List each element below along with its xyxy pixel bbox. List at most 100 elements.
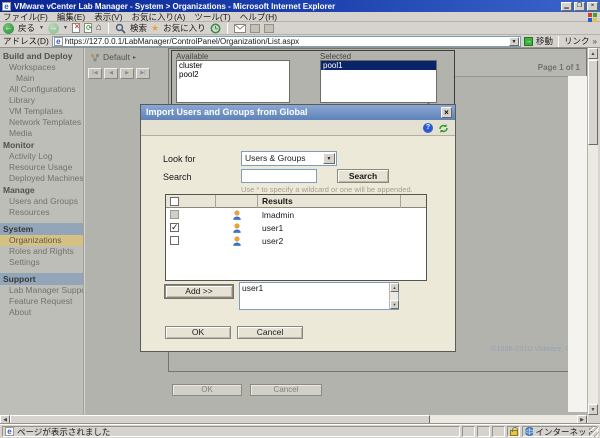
first-page-button[interactable]: |◀ — [88, 68, 102, 79]
available-listbox[interactable]: clusterpool2 — [176, 60, 290, 103]
horizontal-scrollbar[interactable]: ◀ ▶ — [0, 415, 588, 424]
menu-item[interactable]: 編集(E) — [57, 11, 85, 23]
row-checkbox[interactable] — [170, 210, 179, 219]
search-icon[interactable] — [115, 23, 126, 34]
scroll-right-icon[interactable]: ▶ — [577, 415, 587, 424]
look-for-dropdown-icon[interactable]: ▼ — [323, 153, 335, 164]
sidebar-item-network-templates[interactable]: Network Templates — [0, 117, 83, 128]
links-chevron-icon[interactable]: » — [593, 37, 597, 46]
search-label: Search — [163, 172, 192, 182]
dialog-close-icon[interactable]: × — [441, 107, 452, 118]
page-cancel-button[interactable]: Cancel — [250, 384, 322, 396]
sidebar-item-settings[interactable]: Settings — [0, 257, 83, 268]
close-button[interactable]: × — [587, 2, 598, 11]
list-item[interactable]: pool2 — [177, 70, 289, 79]
search-input[interactable] — [241, 169, 317, 183]
horizontal-scroll-thumb[interactable] — [10, 415, 430, 424]
sidebar-item-media[interactable]: Media — [0, 128, 83, 139]
sidebar-item-all-configurations[interactable]: All Configurations — [0, 84, 83, 95]
menu-item[interactable]: ファイル(F) — [3, 11, 48, 23]
selected-listbox[interactable]: pool1 — [320, 60, 437, 103]
add-button[interactable]: Add >> — [165, 285, 233, 298]
import-list-item[interactable]: user1 — [240, 283, 389, 293]
import-scroll-down-icon[interactable]: ▼ — [390, 300, 399, 309]
forward-icon[interactable]: → — [48, 23, 59, 34]
favorites-star-icon[interactable]: ★ — [151, 23, 159, 34]
vertical-scroll-thumb[interactable] — [588, 60, 598, 145]
menu-bar-items: ファイル(F) 編集(E) 表示(V) お気に入り(A) ツール(T) ヘルプ(H) — [3, 11, 277, 23]
help-icon[interactable]: ? — [423, 123, 433, 133]
prev-page-button[interactable]: ◀ — [104, 68, 118, 79]
resize-grip[interactable] — [589, 427, 599, 437]
sidebar-item-library[interactable]: Library — [0, 95, 83, 106]
sidebar-item-roles-and-rights[interactable]: Roles and Rights — [0, 246, 83, 257]
import-list[interactable]: user1 ▲ ▼ — [239, 282, 399, 310]
list-item[interactable]: cluster — [177, 61, 289, 70]
history-icon[interactable] — [210, 23, 221, 34]
import-scroll-up-icon[interactable]: ▲ — [390, 283, 399, 292]
organization-selector[interactable]: Default ▸ — [90, 52, 136, 62]
page-ok-button[interactable]: OK — [172, 384, 242, 396]
next-page-button[interactable]: ▶ — [120, 68, 134, 79]
menu-item[interactable]: お気に入り(A) — [132, 11, 186, 23]
look-for-label: Look for — [163, 154, 196, 164]
scroll-up-icon[interactable]: ▲ — [588, 48, 598, 59]
edit-icon[interactable] — [264, 24, 274, 33]
sidebar-section-header: Monitor — [0, 139, 83, 151]
list-item[interactable]: pool1 — [321, 61, 436, 70]
last-page-button[interactable]: ▶| — [136, 68, 150, 79]
dialog-refresh-icon[interactable] — [438, 123, 449, 134]
dialog-titlebar[interactable]: Import Users and Groups from Global × — [141, 105, 455, 120]
forward-dropdown-icon[interactable]: ▼ — [63, 25, 68, 31]
sidebar-item-vm-templates[interactable]: VM Templates — [0, 106, 83, 117]
row-checkbox[interactable] — [170, 236, 179, 245]
sidebar-section-header: Build and Deploy — [0, 50, 83, 62]
page-favicon: e — [54, 37, 63, 46]
back-label[interactable]: 戻る — [18, 22, 35, 34]
menu-item[interactable]: ツール(T) — [194, 11, 230, 23]
sidebar-item-workspaces[interactable]: Workspaces — [0, 62, 83, 73]
links-label[interactable]: リンク — [564, 35, 590, 47]
browser-window: e VMware vCenter Lab Manager - System > … — [0, 0, 600, 438]
favorites-label[interactable]: お気に入り — [163, 22, 206, 34]
print-icon[interactable] — [250, 24, 260, 33]
dialog-cancel-button[interactable]: Cancel — [237, 326, 303, 339]
back-dropdown-icon[interactable]: ▼ — [39, 25, 44, 31]
sidebar-item-activity-log[interactable]: Activity Log — [0, 151, 83, 162]
sidebar-item-users-and-groups[interactable]: Users and Groups — [0, 196, 83, 207]
restore-button[interactable]: ❐ — [574, 2, 585, 11]
go-label[interactable]: 移動 — [536, 35, 553, 47]
import-list-scrollbar[interactable]: ▲ ▼ — [389, 283, 398, 309]
home-icon[interactable]: ⌂ — [96, 23, 102, 33]
refresh-icon[interactable]: ⟳ — [84, 23, 92, 33]
scroll-left-icon[interactable]: ◀ — [0, 415, 10, 424]
vertical-scrollbar[interactable]: ▲ ▼ — [588, 48, 598, 415]
sidebar-item-feature-request[interactable]: Feature Request — [0, 296, 83, 307]
menu-item[interactable]: ヘルプ(H) — [240, 11, 277, 23]
look-for-select[interactable]: Users & Groups ▼ — [241, 151, 337, 166]
back-icon[interactable]: ← — [3, 23, 14, 34]
menu-item[interactable]: 表示(V) — [94, 11, 122, 23]
sidebar-item-resources[interactable]: Resources — [0, 207, 83, 218]
row-checkbox[interactable] — [170, 223, 179, 232]
search-toolbar-label[interactable]: 検索 — [130, 22, 147, 34]
sidebar-item-organizations[interactable]: Organizations — [0, 235, 83, 246]
search-button[interactable]: Search — [337, 169, 389, 183]
sidebar-item-main[interactable]: Main — [0, 73, 83, 84]
address-input[interactable]: e https://127.0.0.1/LabManager/ControlPa… — [52, 36, 521, 47]
stop-icon[interactable]: × — [72, 23, 80, 33]
internet-globe-icon — [525, 427, 533, 436]
results-table: Results lmadmin user1 user2 — [165, 194, 427, 281]
sidebar-item-resource-usage[interactable]: Resource Usage — [0, 162, 83, 173]
minimize-button[interactable]: ▁ — [561, 2, 572, 11]
mail-icon[interactable] — [234, 24, 246, 33]
go-icon[interactable]: → — [524, 37, 533, 46]
address-dropdown-icon[interactable]: ▼ — [509, 37, 519, 46]
dialog-ok-button[interactable]: OK — [165, 326, 231, 339]
scroll-down-icon[interactable]: ▼ — [588, 404, 598, 415]
browser-toolbar: ← 戻る ▼ → ▼ × ⟳ ⌂ 検索 ★ お気に入り — [0, 22, 600, 35]
sidebar-item-lab-manager-support[interactable]: Lab Manager Support — [0, 285, 83, 296]
select-all-checkbox[interactable] — [170, 197, 179, 206]
sidebar-item-about[interactable]: About — [0, 307, 83, 318]
sidebar-item-deployed-machines[interactable]: Deployed Machines — [0, 173, 83, 184]
